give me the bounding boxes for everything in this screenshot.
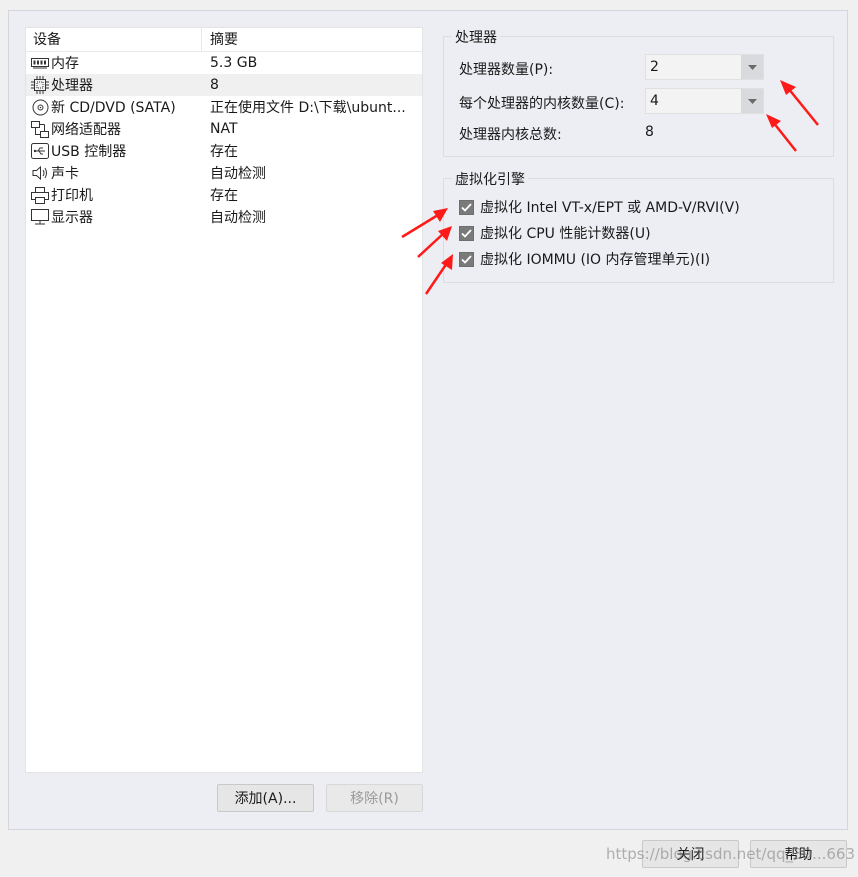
device-summary: 自动检测	[210, 166, 266, 182]
device-name: 新 CD/DVD (SATA)	[51, 100, 176, 116]
annotation-arrow-icon	[424, 254, 453, 295]
device-summary: 8	[210, 77, 219, 93]
processor-icon	[30, 76, 50, 94]
virtualize-cpu-counters-label: 虚拟化 CPU 性能计数器(U)	[480, 226, 651, 242]
device-name: USB 控制器	[51, 144, 127, 160]
device-name: 处理器	[51, 78, 93, 94]
remove-device-button[interactable]: 移除(R)	[326, 784, 423, 812]
network-adapter-icon	[30, 120, 50, 138]
annotation-arrow-icon	[766, 114, 797, 152]
column-header-summary[interactable]: 摘要	[202, 28, 238, 51]
virtualization-engine-group: 虚拟化引擎 虚拟化 Intel VT-x/EPT 或 AMD-V/RVI(V) …	[443, 169, 834, 283]
virtualize-iommu-checkbox-row[interactable]: 虚拟化 IOMMU (IO 内存管理单元)(I)	[459, 249, 710, 269]
device-name: 声卡	[51, 166, 79, 182]
device-row-memory[interactable]: 内存 5.3 GB	[26, 52, 422, 74]
add-device-button[interactable]: 添加(A)...	[217, 784, 314, 812]
device-name: 打印机	[51, 188, 93, 204]
cd-dvd-icon	[30, 98, 50, 116]
device-name: 显示器	[51, 210, 93, 226]
num-processors-label: 处理器数量(P):	[459, 62, 554, 78]
device-name: 网络适配器	[51, 122, 121, 138]
device-summary: 存在	[210, 188, 238, 204]
virtualize-iommu-label: 虚拟化 IOMMU (IO 内存管理单元)(I)	[480, 252, 711, 268]
virtualization-group-title: 虚拟化引擎	[452, 169, 528, 189]
device-row-usb-controller[interactable]: USB 控制器 存在	[26, 140, 422, 162]
usb-icon	[30, 142, 50, 160]
device-summary: 存在	[210, 144, 238, 160]
device-row-processor[interactable]: 处理器 8	[26, 74, 422, 96]
chevron-down-icon[interactable]	[741, 89, 763, 113]
speaker-icon	[30, 164, 50, 182]
checkbox-checked-icon[interactable]	[459, 251, 474, 267]
device-row-display[interactable]: 显示器 自动检测	[26, 206, 422, 228]
checkbox-checked-icon[interactable]	[459, 225, 474, 241]
device-summary: 正在使用文件 D:\下载\ubunt...	[210, 100, 406, 116]
device-summary: 5.3 GB	[210, 55, 258, 71]
cores-per-processor-label: 每个处理器的内核数量(C):	[459, 96, 625, 112]
processor-group-title: 处理器	[452, 27, 500, 47]
num-processors-select[interactable]: 2	[645, 54, 764, 80]
device-row-cd-dvd[interactable]: 新 CD/DVD (SATA) 正在使用文件 D:\下载\ubunt...	[26, 96, 422, 118]
checkbox-checked-icon[interactable]	[459, 199, 474, 215]
virtualize-cpu-counters-checkbox-row[interactable]: 虚拟化 CPU 性能计数器(U)	[459, 223, 651, 243]
device-row-network-adapter[interactable]: 网络适配器 NAT	[26, 118, 422, 140]
virtualize-vtx-checkbox-row[interactable]: 虚拟化 Intel VT-x/EPT 或 AMD-V/RVI(V)	[459, 197, 740, 217]
device-summary: NAT	[210, 121, 238, 137]
printer-icon	[30, 186, 50, 204]
cores-per-processor-value: 4	[650, 93, 659, 109]
cores-per-processor-select[interactable]: 4	[645, 88, 764, 114]
device-row-printer[interactable]: 打印机 存在	[26, 184, 422, 206]
num-processors-value: 2	[650, 59, 659, 75]
memory-icon	[30, 54, 50, 72]
device-list-header: 设备 摘要	[26, 28, 422, 52]
chevron-down-icon[interactable]	[741, 55, 763, 79]
device-row-sound-card[interactable]: 声卡 自动检测	[26, 162, 422, 184]
watermark: https://blog.csdn.net/qq_39...663	[606, 845, 856, 863]
device-name: 内存	[51, 56, 79, 72]
column-header-device[interactable]: 设备	[26, 28, 202, 51]
virtualize-vtx-label: 虚拟化 Intel VT-x/EPT 或 AMD-V/RVI(V)	[480, 200, 740, 216]
total-cores-label: 处理器内核总数:	[459, 127, 562, 143]
device-summary: 自动检测	[210, 210, 266, 226]
monitor-icon	[30, 208, 50, 226]
total-cores-value: 8	[645, 124, 654, 140]
device-list[interactable]: 设备 摘要 内存 5.3 GB 处理器 8 新 CD/DVD (SATA) 正在…	[25, 27, 423, 773]
